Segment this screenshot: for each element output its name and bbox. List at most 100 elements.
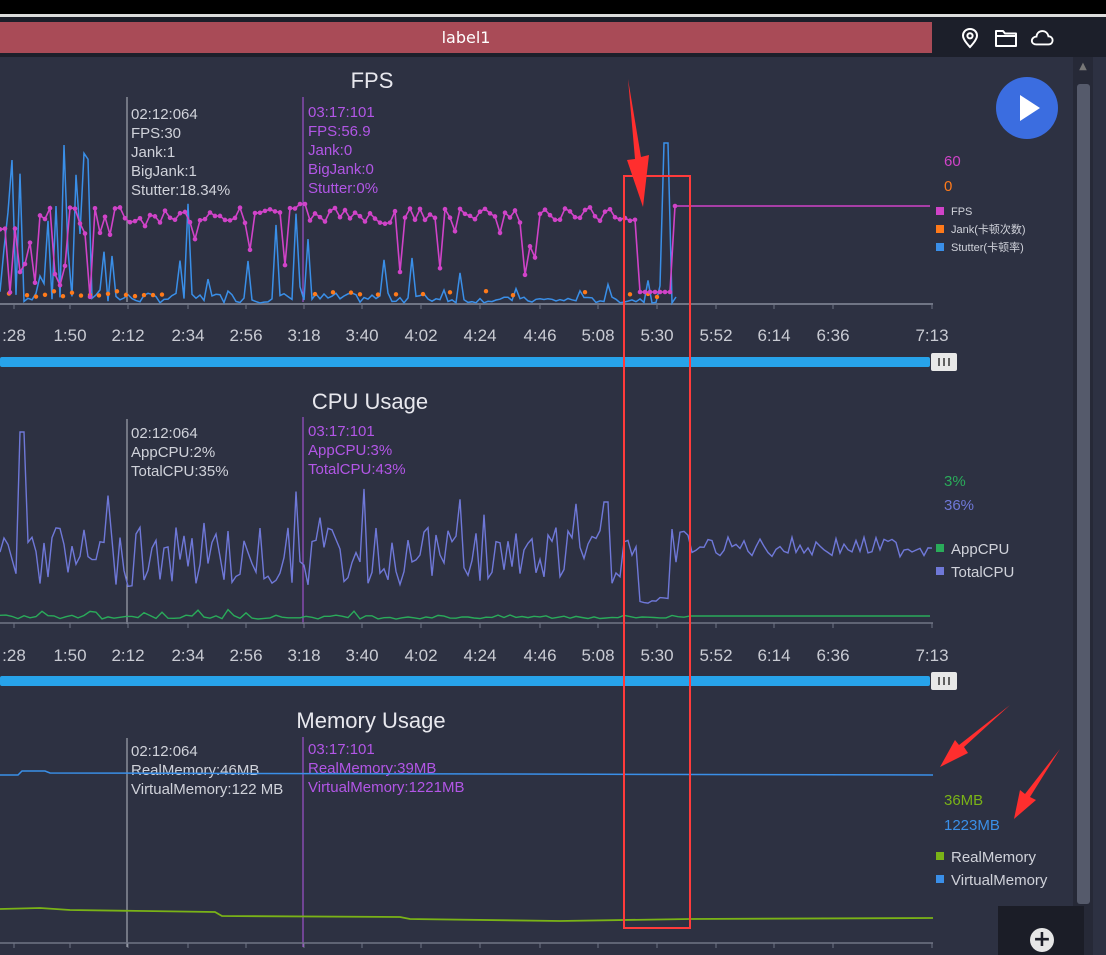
- fps-point: [287, 205, 293, 211]
- fps-point: [507, 215, 513, 220]
- memory-panel: Memory Usage 02:12:064 RealMemory:46MB V…: [0, 708, 1048, 948]
- fps-point: [472, 216, 478, 222]
- fps-point: [77, 221, 83, 226]
- jank-point: [141, 292, 147, 298]
- x-tick-label: 4:24: [463, 646, 496, 665]
- legend-jank[interactable]: Jank(卡顿次数): [951, 222, 1026, 236]
- fps-point: [542, 207, 548, 212]
- fps-point: [277, 210, 283, 215]
- fps-point: [302, 201, 308, 207]
- fps-point: [497, 230, 503, 236]
- x-tick-label: 2:56: [229, 646, 262, 665]
- cpu-current-app: 3%: [944, 473, 966, 490]
- fps-point: [52, 271, 58, 277]
- fps-point: [167, 215, 173, 221]
- fps-point: [337, 214, 343, 220]
- fps-point: [27, 240, 33, 245]
- fps-point: [512, 208, 518, 213]
- fps-point: [637, 289, 643, 295]
- fps-point: [517, 220, 523, 225]
- app-window: label1 FPS 02:12:064 FPS:30 Jank:1 BigJa…: [0, 0, 1106, 955]
- jank-point: [375, 292, 381, 297]
- fps-point: [87, 294, 93, 300]
- fps-point: [127, 219, 133, 225]
- fps-current-fps: 60: [944, 153, 961, 170]
- x-tick-label: 2:12: [111, 326, 144, 345]
- fps-cursor1-jank: Jank:1: [131, 144, 175, 161]
- jank-point: [132, 293, 138, 299]
- fps-point: [32, 280, 38, 285]
- jank-point: [330, 290, 336, 295]
- cpu-cursor1-app: AppCPU:2%: [131, 444, 215, 461]
- legend-stutter[interactable]: Stutter(卡顿率): [951, 240, 1024, 254]
- fps-point: [112, 206, 118, 211]
- fps-point: [467, 213, 473, 219]
- fps-point: [152, 214, 158, 219]
- fps-point: [317, 214, 323, 220]
- cpu-cursor2-app: AppCPU:3%: [308, 442, 392, 459]
- legend-realmemory[interactable]: RealMemory: [951, 849, 1037, 866]
- x-tick-label: 4:46: [523, 646, 556, 665]
- fps-point: [627, 218, 633, 224]
- toolbar-icons: [958, 22, 1078, 53]
- scrollbar-thumb[interactable]: [1077, 84, 1090, 904]
- legend-fps[interactable]: FPS: [951, 206, 972, 218]
- fps-point: [652, 289, 658, 295]
- tab-label1[interactable]: label1: [0, 22, 932, 53]
- fps-point: [162, 208, 168, 213]
- fps-point: [57, 282, 63, 288]
- legend-virtualmemory-swatch: [936, 875, 944, 883]
- jank-point: [654, 294, 660, 300]
- legend-virtualmemory[interactable]: VirtualMemory: [951, 872, 1048, 889]
- fps-point: [557, 217, 563, 223]
- x-tick-label: 3:40: [345, 646, 378, 665]
- legend-totalcpu[interactable]: TotalCPU: [951, 564, 1014, 581]
- cpu-cursor2-time: 03:17:101: [308, 423, 375, 440]
- fps-point: [117, 205, 123, 210]
- cpu-range-slider[interactable]: [0, 676, 930, 686]
- fps-point: [157, 220, 163, 225]
- fps-point: [222, 217, 228, 223]
- fps-point: [412, 217, 418, 223]
- fps-point: [477, 209, 483, 214]
- memory-title: Memory Usage: [296, 708, 445, 733]
- cloud-icon[interactable]: [1030, 26, 1054, 50]
- jank-point: [510, 292, 516, 298]
- fps-point: [297, 201, 303, 207]
- fps-cursor1-fps: FPS:30: [131, 125, 181, 142]
- scroll-up-icon[interactable]: ▲: [1076, 60, 1090, 74]
- cpu-cursor1-total: TotalCPU:35%: [131, 463, 229, 480]
- legend-totalcpu-swatch: [936, 567, 944, 575]
- fps-point: [492, 214, 498, 219]
- jank-point: [447, 290, 453, 295]
- fps-point: [327, 208, 333, 214]
- fps-point: [392, 208, 398, 214]
- fps-point: [537, 211, 543, 217]
- realmemory-series-line: [0, 907, 934, 922]
- zoom-in-button[interactable]: +: [998, 906, 1084, 955]
- play-button[interactable]: [996, 77, 1058, 139]
- fps-point: [22, 261, 28, 267]
- legend-appcpu[interactable]: AppCPU: [951, 541, 1009, 558]
- fps-point: [452, 228, 458, 234]
- location-icon[interactable]: [958, 26, 982, 50]
- fps-point: [62, 263, 68, 269]
- fps-point: [92, 205, 98, 211]
- fps-point: [272, 209, 278, 214]
- appcpu-series-line: [0, 608, 930, 620]
- fps-point: [97, 230, 103, 236]
- fps-point: [377, 220, 383, 225]
- fps-point: [292, 206, 298, 211]
- jank-point: [483, 289, 489, 294]
- jank-point: [627, 292, 633, 297]
- folder-icon[interactable]: [994, 26, 1018, 50]
- memory-cursor1-time: 02:12:064: [131, 743, 198, 760]
- fps-point: [352, 210, 358, 215]
- fps-point: [17, 269, 23, 275]
- fps-point: [662, 289, 668, 295]
- fps-point: [12, 226, 18, 231]
- x-tick-label: 2:34: [171, 326, 204, 345]
- fps-range-slider[interactable]: [0, 357, 930, 367]
- fps-panel: FPS 02:12:064 FPS:30 Jank:1 BigJank:1 St…: [0, 68, 1026, 371]
- fps-point: [37, 213, 43, 218]
